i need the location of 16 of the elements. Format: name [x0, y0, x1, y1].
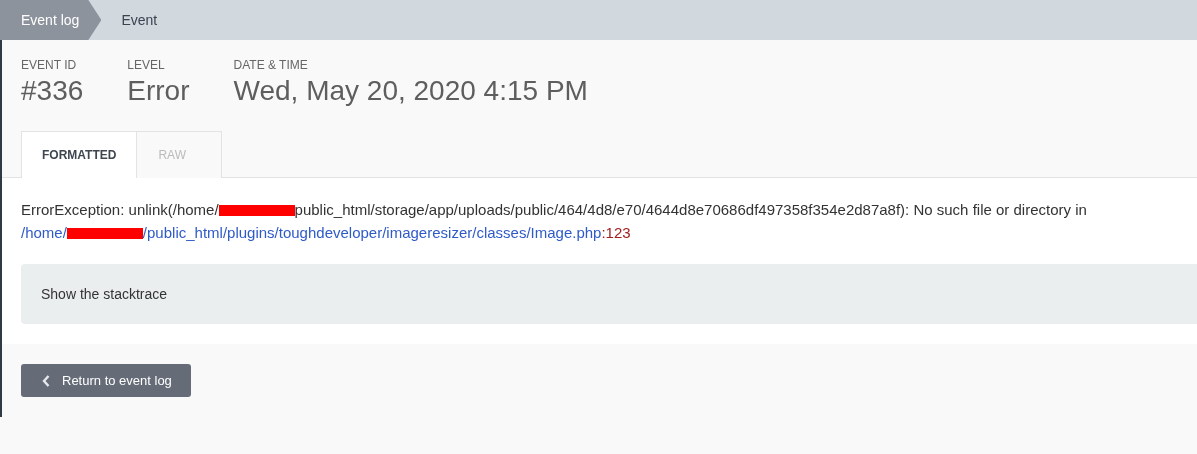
stacktrace-toggle[interactable]: Show the stacktrace	[21, 264, 1197, 324]
return-button[interactable]: Return to event log	[21, 364, 191, 397]
file-path-link[interactable]: /home/	[21, 224, 67, 241]
tab[interactable]: FORMATTED	[21, 131, 138, 178]
file-path-link[interactable]: /public_html/plugins/toughdeveloper/imageresizer/classes/Image.php	[142, 224, 602, 241]
chevron-left-icon	[42, 374, 50, 387]
line-number: :123	[601, 224, 631, 241]
field-value: Wed, May 20, 2020 4:15 PM	[233, 75, 588, 107]
field-label: LEVEL	[127, 58, 166, 72]
message-text: public_html/storage/app/uploads/public/464/4d8/e70/4644d8e70686df497358f354e2d87a8f): No such file or directory in	[294, 201, 1087, 218]
field-value: #336	[21, 75, 84, 107]
message-text: ErrorException: unlink(/home/	[21, 201, 219, 218]
field-label: EVENT ID	[21, 58, 78, 72]
field-value: Error	[127, 75, 190, 107]
breadcrumb-current: Event	[120, 11, 158, 30]
field-label: DATE & TIME	[233, 58, 309, 72]
